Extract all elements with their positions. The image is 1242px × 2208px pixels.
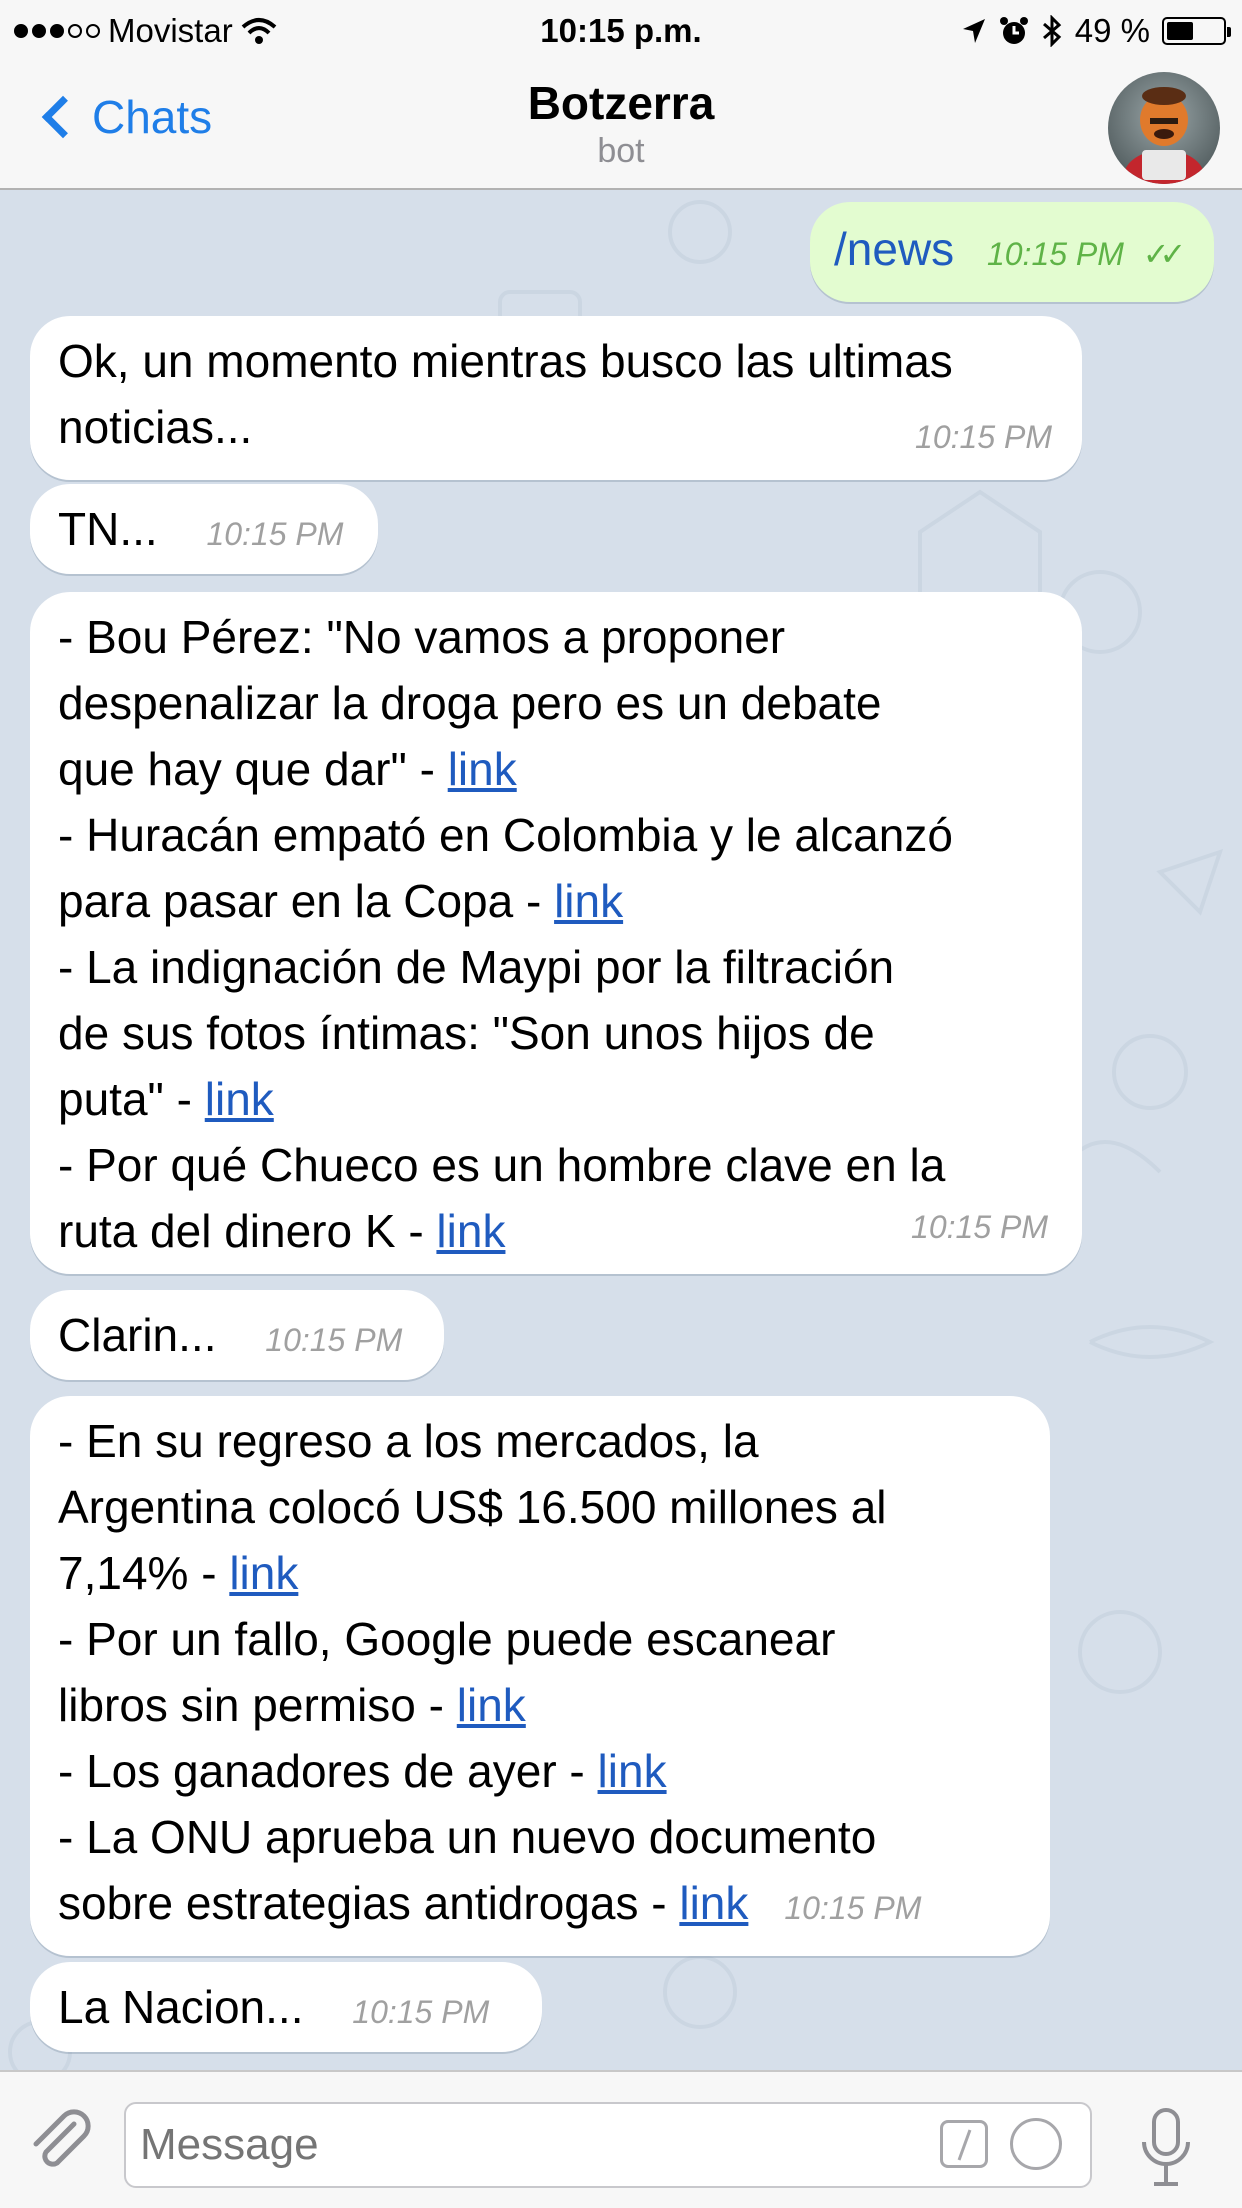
- message-line: - La indignación de Maypi por la filtrac…: [58, 941, 895, 993]
- message-time: 10:15 PM: [265, 1322, 403, 1358]
- message-text: /news: [834, 223, 955, 275]
- news-link[interactable]: link: [205, 1073, 274, 1125]
- message-line: puta" - link: [58, 1066, 1054, 1132]
- message-line: - Los ganadores de ayer - link: [58, 1738, 1022, 1804]
- message-line: de sus fotos íntimas: "Son unos hijos de: [58, 1007, 875, 1059]
- message-line: - Bou Pérez: "No vamos a proponer: [58, 611, 786, 663]
- chat-history[interactable]: /news 10:15 PM ✓✓ Ok, un momento mientra…: [0, 192, 1242, 2070]
- news-link[interactable]: link: [554, 875, 623, 927]
- message-line-text: - Los ganadores de ayer -: [58, 1745, 598, 1797]
- news-link[interactable]: link: [457, 1679, 526, 1731]
- message-line-text: puta" -: [58, 1073, 205, 1125]
- incoming-message[interactable]: - Bou Pérez: "No vamos a proponer despen…: [30, 592, 1082, 1274]
- message-line-text: 7,14% -: [58, 1547, 230, 1599]
- message-text: TN...: [58, 503, 158, 555]
- message-line: - La ONU aprueba un nuevo documento: [58, 1811, 877, 1863]
- status-bar: Movistar 10:15 p.m. 49 %: [0, 0, 1242, 60]
- chat-subtitle: bot: [597, 132, 645, 170]
- incoming-message[interactable]: Clarin... 10:15 PM: [30, 1290, 444, 1380]
- paperclip-icon[interactable]: [24, 2104, 94, 2174]
- microphone-icon[interactable]: [1140, 2108, 1192, 2188]
- chat-header[interactable]: Botzerra bot: [0, 76, 1242, 171]
- message-time: 10:15 PM: [915, 419, 1052, 455]
- message-text: Clarin...: [58, 1309, 217, 1361]
- message-input-bar: [0, 2070, 1242, 2208]
- incoming-message[interactable]: Ok, un momento mientras busco las ultima…: [30, 316, 1082, 480]
- message-time: 10:15 PM: [986, 236, 1124, 272]
- news-link[interactable]: link: [679, 1877, 748, 1929]
- message-line: - Por qué Chueco es un hombre clave en l…: [58, 1139, 946, 1191]
- message-line: para pasar en la Copa - link: [58, 868, 1054, 934]
- message-line: despenalizar la droga pero es un debate: [58, 677, 882, 729]
- message-line-text: para pasar en la Copa -: [58, 875, 555, 927]
- incoming-message[interactable]: - En su regreso a los mercados, la Argen…: [30, 1396, 1050, 1956]
- news-link[interactable]: link: [448, 743, 517, 795]
- message-line: - Huracán empató en Colombia y le alcanz…: [58, 809, 953, 861]
- message-line: sobre estrategias antidrogas - link 10:15…: [58, 1870, 1022, 1941]
- incoming-message[interactable]: TN... 10:15 PM: [30, 484, 378, 574]
- news-link[interactable]: link: [598, 1745, 667, 1797]
- nav-bar: Chats Botzerra bot: [0, 60, 1242, 190]
- message-line: noticias...: [58, 401, 253, 453]
- sticker-icon[interactable]: [1010, 2118, 1062, 2170]
- news-link[interactable]: link: [229, 1547, 298, 1599]
- battery-percent: 49 %: [1074, 12, 1150, 49]
- message-line-text: sobre estrategias antidrogas -: [58, 1877, 680, 1929]
- alarm-icon: [999, 17, 1028, 44]
- message-line: Ok, un momento mientras busco las ultima…: [58, 335, 953, 387]
- message-line: ruta del dinero K - link: [58, 1198, 1054, 1264]
- message-line: 7,14% - link: [58, 1540, 1022, 1606]
- battery-icon: [1162, 17, 1231, 45]
- avatar[interactable]: [1108, 72, 1220, 184]
- message-line-text: ruta del dinero K -: [58, 1205, 437, 1257]
- message-line-text: libros sin permiso -: [58, 1679, 457, 1731]
- message-line: Argentina colocó US$ 16.500 millones al: [58, 1481, 887, 1533]
- message-time: 10:15 PM: [784, 1890, 922, 1926]
- message-time: 10:15 PM: [206, 516, 344, 552]
- message-line: - En su regreso a los mercados, la: [58, 1415, 759, 1467]
- incoming-message[interactable]: La Nacion... 10:15 PM: [30, 1962, 542, 2052]
- outgoing-message[interactable]: /news 10:15 PM ✓✓: [810, 202, 1214, 302]
- command-icon[interactable]: [940, 2120, 988, 2168]
- message-time: 10:15 PM: [911, 1209, 1048, 1245]
- double-check-icon: ✓✓: [1142, 236, 1187, 272]
- message-text: La Nacion...: [58, 1981, 304, 2033]
- message-line: libros sin permiso - link: [58, 1672, 1022, 1738]
- bluetooth-icon: [1042, 15, 1061, 47]
- message-line-text: que hay que dar" -: [58, 743, 448, 795]
- chat-title: Botzerra: [527, 77, 715, 129]
- message-line: - Por un fallo, Google puede escanear: [58, 1613, 836, 1665]
- message-line: que hay que dar" - link: [58, 736, 1054, 802]
- message-time: 10:15 PM: [352, 1994, 490, 2030]
- location-icon: [962, 19, 985, 43]
- news-link[interactable]: link: [436, 1205, 505, 1257]
